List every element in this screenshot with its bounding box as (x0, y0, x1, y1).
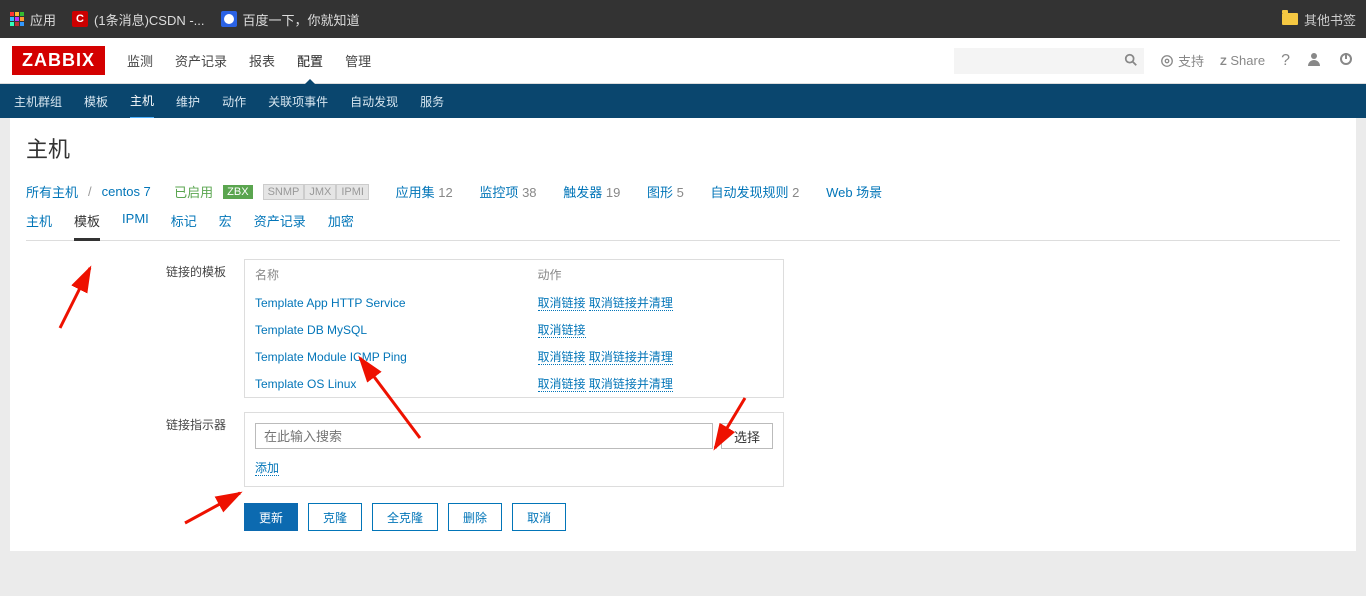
add-link[interactable]: 添加 (255, 461, 279, 476)
unlink-clear-link[interactable]: 取消链接并清理 (589, 377, 673, 392)
host-tabs: 主机 模板 IPMI 标记 宏 资产记录 加密 (26, 211, 1340, 241)
nav-admin[interactable]: 管理 (345, 51, 371, 70)
bookmark-baidu-label: 百度一下，你就知道 (243, 10, 360, 29)
help-icon[interactable]: ? (1281, 52, 1290, 70)
csdn-icon: C (72, 11, 88, 27)
full-clone-button[interactable]: 全克隆 (372, 503, 438, 531)
table-row: Template DB MySQL 取消链接 (245, 316, 784, 343)
top-nav: 监测 资产记录 报表 配置 管理 (127, 51, 371, 70)
link-discovery-rules[interactable]: 自动发现规则 2 (711, 182, 800, 201)
subnav-hostgroups[interactable]: 主机群组 (14, 93, 62, 110)
cancel-button[interactable]: 取消 (512, 503, 566, 531)
unlink-link[interactable]: 取消链接 (538, 323, 586, 338)
link-indicator-label: 链接指示器 (26, 412, 244, 487)
baidu-icon (221, 11, 237, 27)
badge-jmx: JMX (304, 184, 336, 200)
template-link[interactable]: Template App HTTP Service (255, 296, 406, 310)
select-button[interactable]: 选择 (721, 423, 773, 449)
breadcrumb-host[interactable]: centos 7 (102, 184, 151, 199)
table-row: Template OS Linux 取消链接 取消链接并清理 (245, 370, 784, 398)
share-link[interactable]: Z Share (1220, 53, 1265, 68)
user-icon[interactable] (1306, 51, 1322, 70)
link-web[interactable]: Web 场景 (826, 182, 882, 201)
clone-button[interactable]: 克隆 (308, 503, 362, 531)
subnav-correlation[interactable]: 关联项事件 (268, 93, 328, 110)
table-row: Template App HTTP Service 取消链接 取消链接并清理 (245, 289, 784, 316)
unlink-clear-link[interactable]: 取消链接并清理 (589, 296, 673, 311)
badge-ipmi: IPMI (336, 184, 369, 200)
unlink-link[interactable]: 取消链接 (538, 377, 586, 392)
unlink-link[interactable]: 取消链接 (538, 350, 586, 365)
nav-monitor[interactable]: 监测 (127, 51, 153, 70)
badge-snmp: SNMP (263, 184, 305, 200)
unlink-link[interactable]: 取消链接 (538, 296, 586, 311)
link-triggers[interactable]: 触发器 19 (563, 182, 620, 201)
subnav-discovery[interactable]: 自动发现 (350, 93, 398, 110)
breadcrumb-all-hosts[interactable]: 所有主机 (26, 182, 78, 201)
link-items[interactable]: 监控项 38 (479, 182, 536, 201)
tab-host[interactable]: 主机 (26, 211, 52, 240)
sub-nav: 主机群组 模板 主机 维护 动作 关联项事件 自动发现 服务 (0, 84, 1366, 118)
apps-grid-icon (10, 12, 24, 26)
linked-templates-label: 链接的模板 (26, 259, 244, 398)
subnav-services[interactable]: 服务 (420, 93, 444, 110)
template-search-input[interactable] (255, 423, 713, 449)
support-link[interactable]: 支持 (1160, 51, 1204, 70)
nav-inventory[interactable]: 资产记录 (175, 51, 227, 70)
subnav-actions[interactable]: 动作 (222, 93, 246, 110)
subnav-templates[interactable]: 模板 (84, 93, 108, 110)
tab-ipmi[interactable]: IPMI (122, 211, 149, 240)
tab-inventory[interactable]: 资产记录 (254, 211, 306, 240)
breadcrumb-sep: / (88, 184, 92, 199)
form-actions: 更新 克隆 全克隆 删除 取消 (244, 503, 1340, 531)
logout-icon[interactable] (1338, 51, 1354, 70)
tab-macros[interactable]: 宏 (219, 211, 232, 240)
apps-label: 应用 (30, 10, 56, 29)
template-link[interactable]: Template DB MySQL (255, 323, 367, 337)
nav-reports[interactable]: 报表 (249, 51, 275, 70)
tab-tags[interactable]: 标记 (171, 211, 197, 240)
table-row: Template Module ICMP Ping 取消链接 取消链接并清理 (245, 343, 784, 370)
link-indicator-box: 选择 添加 (244, 412, 784, 487)
template-link[interactable]: Template OS Linux (255, 377, 356, 391)
tab-encryption[interactable]: 加密 (328, 211, 354, 240)
linked-templates-table: 名称动作 Template App HTTP Service 取消链接 取消链接… (244, 259, 784, 398)
bookmark-csdn[interactable]: C (1条消息)CSDN -... (72, 10, 205, 29)
link-graphs[interactable]: 图形 5 (647, 182, 684, 201)
update-button[interactable]: 更新 (244, 503, 298, 531)
delete-button[interactable]: 删除 (448, 503, 502, 531)
status-enabled: 已启用 (174, 182, 213, 201)
other-bookmarks[interactable]: 其他书签 (1282, 10, 1356, 29)
template-link[interactable]: Template Module ICMP Ping (255, 350, 407, 364)
apps-button[interactable]: 应用 (10, 10, 56, 29)
badge-zbx: ZBX (223, 185, 252, 199)
unlink-clear-link[interactable]: 取消链接并清理 (589, 350, 673, 365)
th-action: 动作 (528, 260, 784, 290)
subnav-maintenance[interactable]: 维护 (176, 93, 200, 110)
host-info-row: 所有主机 / centos 7 已启用 ZBX SNMPJMXIPMI 应用集 1… (26, 182, 1340, 201)
nav-config[interactable]: 配置 (297, 51, 323, 70)
bookmark-baidu[interactable]: 百度一下，你就知道 (221, 10, 360, 29)
other-bookmarks-label: 其他书签 (1304, 10, 1356, 29)
th-name: 名称 (245, 260, 528, 290)
search-wrap (954, 48, 1144, 74)
tab-templates[interactable]: 模板 (74, 211, 100, 241)
bookmark-csdn-label: (1条消息)CSDN -... (94, 10, 205, 29)
page-title: 主机 (26, 132, 1340, 164)
global-search-input[interactable] (954, 48, 1144, 74)
browser-bookmark-bar: 应用 C (1条消息)CSDN -... 百度一下，你就知道 其他书签 (0, 0, 1366, 38)
zabbix-logo[interactable]: ZABBIX (12, 46, 105, 75)
folder-icon (1282, 13, 1298, 25)
link-applications[interactable]: 应用集 12 (396, 182, 453, 201)
page-content: 主机 所有主机 / centos 7 已启用 ZBXSNMPJMXIPMI 应用… (10, 118, 1356, 551)
app-header: ZABBIX 监测 资产记录 报表 配置 管理 支持 Z Share ? (0, 38, 1366, 84)
search-icon[interactable] (1124, 53, 1138, 70)
subnav-hosts[interactable]: 主机 (130, 92, 154, 120)
